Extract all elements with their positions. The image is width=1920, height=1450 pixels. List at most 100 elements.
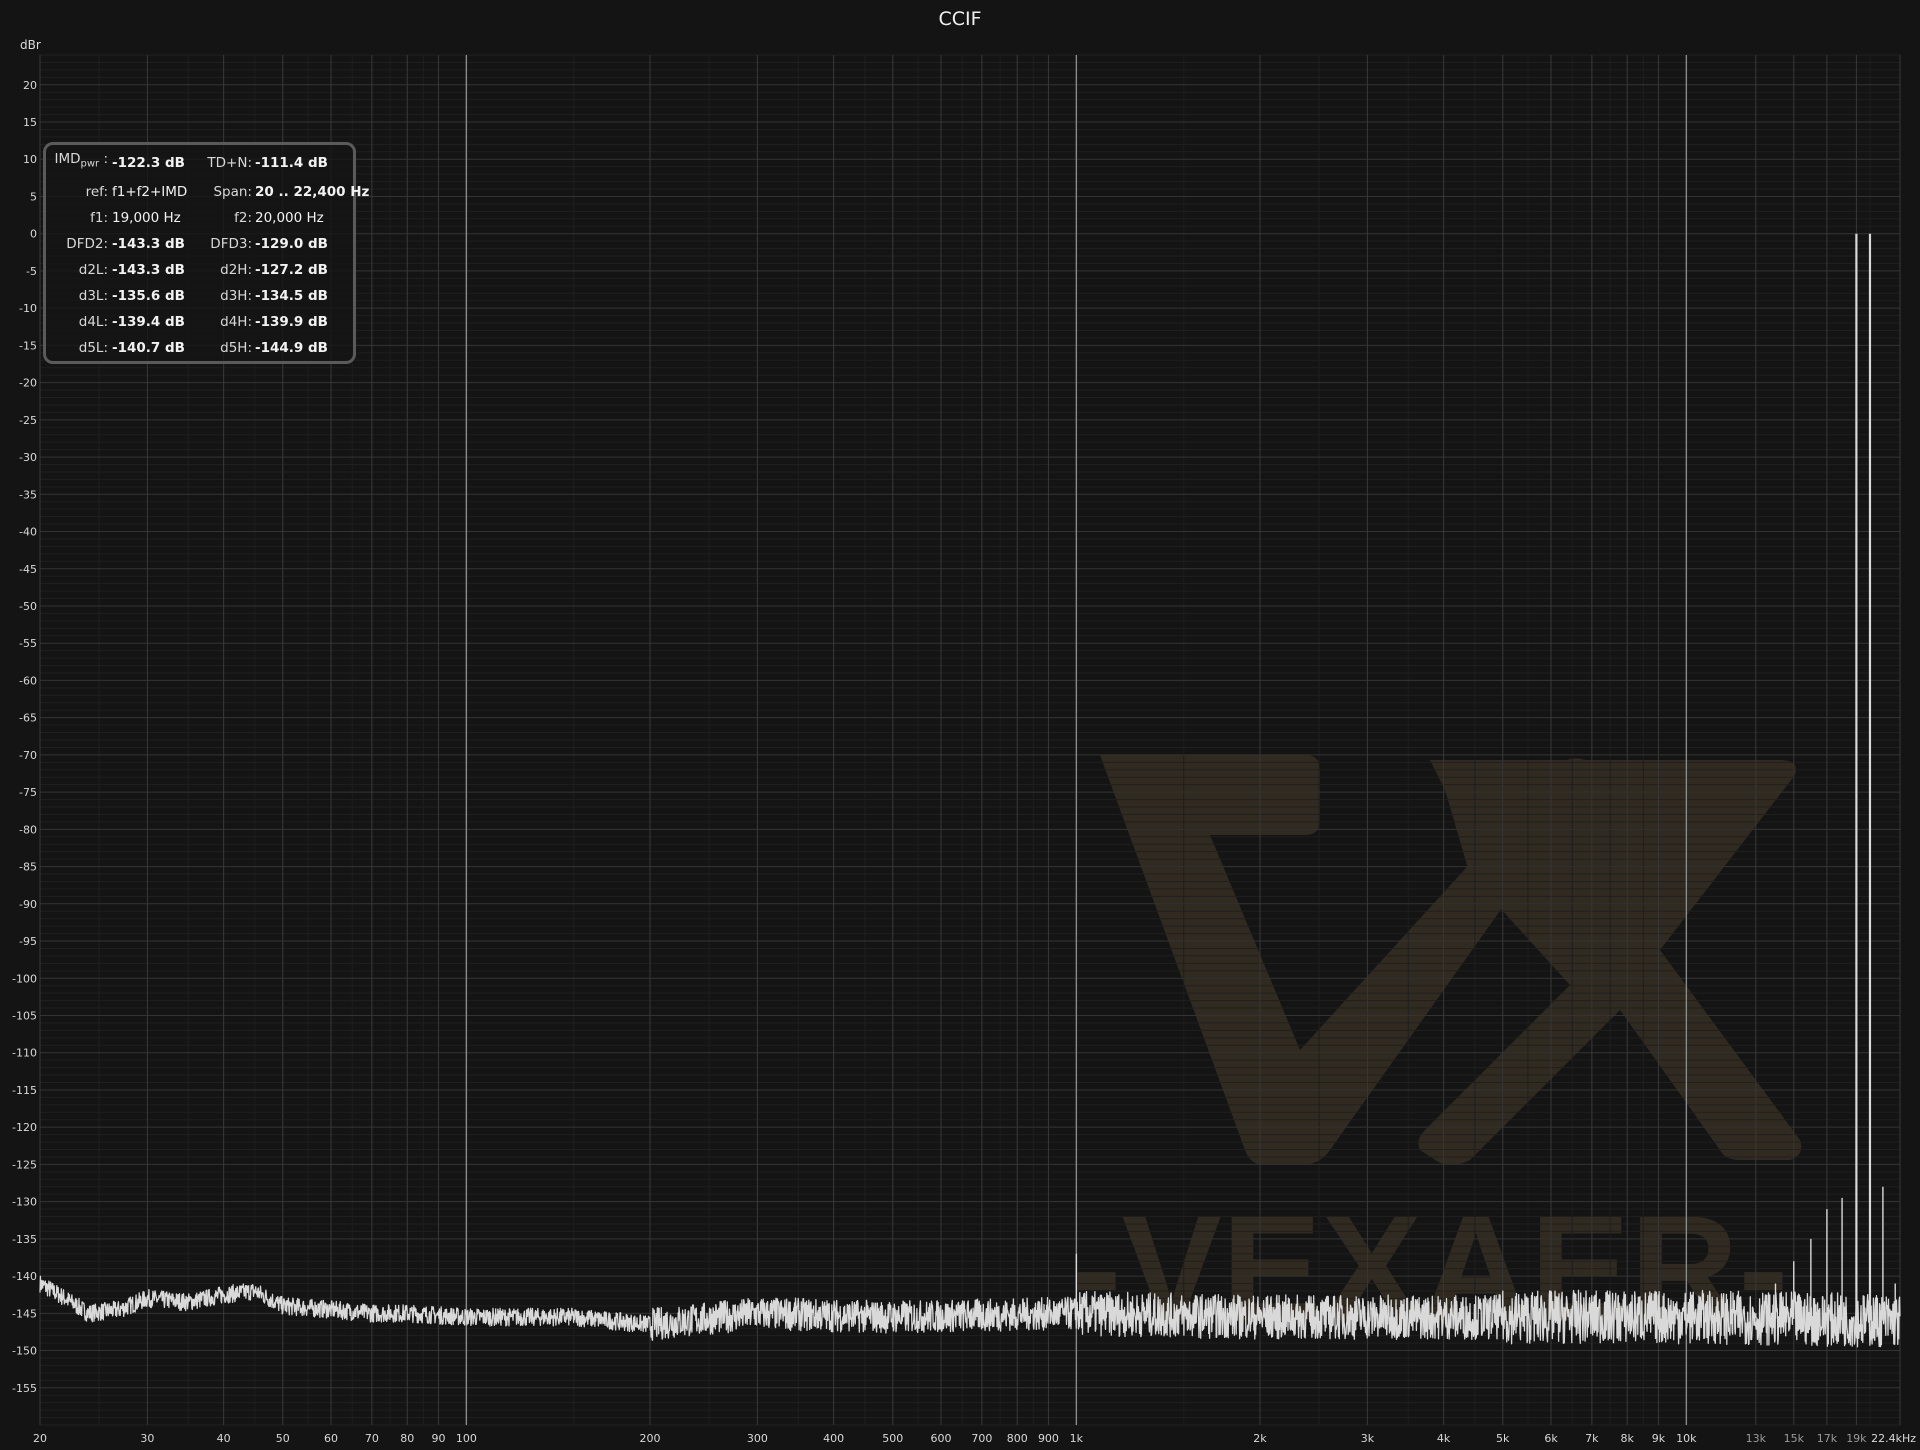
x-tick-label: 40 [217, 1432, 231, 1445]
stat-value: -139.4 dB [112, 314, 185, 330]
stat-label-main: IMD [54, 151, 81, 167]
y-tick-label: -120 [12, 1121, 37, 1134]
stat-label: TD+N: [207, 155, 252, 171]
stat-label: d4L: [78, 314, 108, 330]
y-tick-label: -15 [19, 339, 37, 352]
x-tick-label: 900 [1038, 1432, 1059, 1445]
stat-value: -129.0 dB [255, 236, 328, 252]
stat-label: DFD3: [210, 236, 252, 252]
stat-label: IMDpwr : [46, 151, 108, 170]
stat-label: d2L: [78, 262, 108, 278]
stat-value: -143.3 dB [112, 262, 185, 278]
x-tick-label: 200 [639, 1432, 660, 1445]
stat-value: f1+f2+IMD [112, 184, 188, 200]
stat-value: 19,000 Hz [112, 210, 181, 226]
x-tick-label: 10k [1676, 1432, 1697, 1445]
x-tick-label: 60 [324, 1432, 338, 1445]
x-tick-label: 20 [33, 1432, 47, 1445]
y-tick-label: -140 [12, 1270, 37, 1283]
x-tick-label: 100 [456, 1432, 477, 1445]
x-tick-label: 90 [431, 1432, 445, 1445]
y-tick-label: -40 [19, 526, 37, 539]
x-tick-label: 5k [1496, 1432, 1510, 1445]
y-tick-label: -85 [19, 861, 37, 874]
y-tick-label: -50 [19, 600, 37, 613]
x-tick-label: 3k [1361, 1432, 1375, 1445]
y-tick-label: -5 [26, 265, 37, 278]
y-tick-label: -20 [19, 377, 37, 390]
stat-label: d3L: [78, 288, 108, 304]
measurement-stats-panel: IMDpwr : -122.3 dB TD+N: -111.4 dB ref: f1+f2… [43, 142, 369, 364]
x-tick-label: 4k [1437, 1432, 1451, 1445]
y-tick-label: -95 [19, 935, 37, 948]
x-tick-label: 19k [1846, 1432, 1867, 1445]
x-tick-label: 700 [971, 1432, 992, 1445]
y-tick-label: -155 [12, 1382, 37, 1395]
x-tick-label: 2k [1253, 1432, 1267, 1445]
y-tick-label: -130 [12, 1196, 37, 1209]
x-tick-label: 80 [400, 1432, 414, 1445]
stat-label: d3H: [220, 288, 252, 304]
stat-value: 20,000 Hz [255, 210, 324, 226]
x-tick-label: 30 [140, 1432, 154, 1445]
y-axis-ticks: 20 15 10 5 0 -5 -10 -15 -20 -25 -30 -35 -40 -45 -50 -55… [12, 79, 37, 1395]
stat-value: -134.5 dB [255, 288, 328, 304]
y-tick-label: -65 [19, 712, 37, 725]
x-tick-label: 13k [1746, 1432, 1767, 1445]
stat-value: -144.9 dB [255, 340, 328, 356]
stat-label: f1: [90, 210, 108, 226]
y-tick-label: 0 [30, 228, 37, 241]
x-tick-label: 9k [1652, 1432, 1666, 1445]
y-tick-label: -30 [19, 451, 37, 464]
x-tick-label: 600 [931, 1432, 952, 1445]
y-tick-label: -25 [19, 414, 37, 427]
y-tick-label: -70 [19, 749, 37, 762]
y-tick-label: 20 [23, 79, 37, 92]
y-tick-label: -115 [12, 1084, 37, 1097]
stat-label: d5H: [220, 340, 252, 356]
y-tick-label: -75 [19, 786, 37, 799]
x-tick-label: 400 [823, 1432, 844, 1445]
y-tick-label: -100 [12, 972, 37, 985]
x-tick-label: 500 [882, 1432, 903, 1445]
x-tick-label: 8k [1621, 1432, 1635, 1445]
y-tick-label: -110 [12, 1047, 37, 1060]
stat-label: f2: [234, 210, 252, 226]
stat-label: d2H: [220, 262, 252, 278]
stat-label: d5L: [78, 340, 108, 356]
y-tick-label: -60 [19, 674, 37, 687]
y-tick-label: -45 [19, 563, 37, 576]
y-tick-label: 15 [23, 116, 37, 129]
y-tick-label: -125 [12, 1158, 37, 1171]
stat-label-colon: : [99, 151, 108, 167]
y-tick-label: -105 [12, 1009, 37, 1022]
x-tick-label: 17k [1817, 1432, 1838, 1445]
x-tick-label: 22.4kHz [1871, 1432, 1916, 1445]
x-tick-label: 50 [276, 1432, 290, 1445]
x-tick-label: 15k [1784, 1432, 1805, 1445]
x-tick-label: 70 [365, 1432, 379, 1445]
x-axis-ticks: 20 30 40 50 60 70 80 90 100 200 300 400 500 600 700 800… [33, 1432, 1916, 1445]
stat-label: ref: [85, 184, 108, 200]
y-tick-label: 10 [23, 153, 37, 166]
stat-label-subscript: pwr [80, 158, 100, 170]
stat-label: d4H: [220, 314, 252, 330]
y-tick-label: -150 [12, 1345, 37, 1358]
y-tick-label: -135 [12, 1233, 37, 1246]
y-tick-label: -55 [19, 637, 37, 650]
stat-value: -135.6 dB [112, 288, 185, 304]
stat-label: DFD2: [66, 236, 108, 252]
y-tick-label: -145 [12, 1307, 37, 1320]
x-tick-label: 7k [1585, 1432, 1599, 1445]
x-tick-label: 1k [1070, 1432, 1084, 1445]
stat-value: 20 .. 22,400 Hz [255, 184, 370, 200]
y-tick-label: -35 [19, 488, 37, 501]
y-tick-label: -10 [19, 302, 37, 315]
stat-value: -122.3 dB [112, 155, 185, 171]
stat-label: Span: [213, 184, 252, 200]
x-tick-label: 300 [747, 1432, 768, 1445]
y-tick-label: -80 [19, 823, 37, 836]
stat-value: -143.3 dB [112, 236, 185, 252]
stat-value: -140.7 dB [112, 340, 185, 356]
x-tick-label: 800 [1007, 1432, 1028, 1445]
